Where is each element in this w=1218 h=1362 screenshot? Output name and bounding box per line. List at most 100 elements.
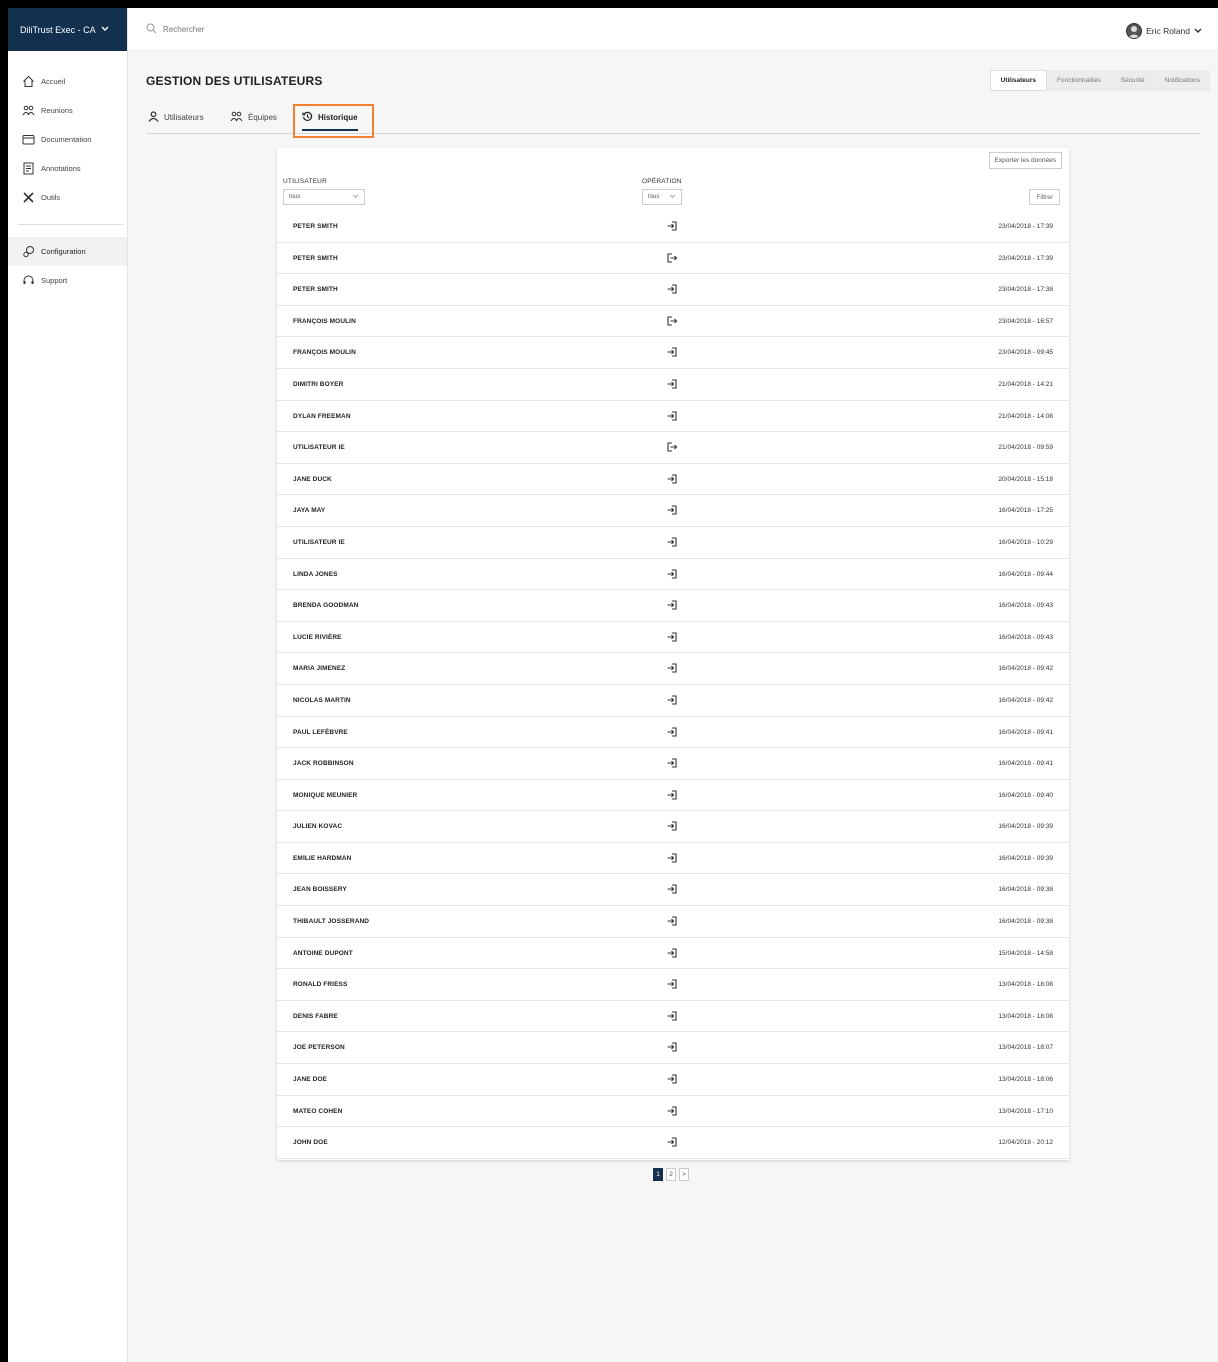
sidebar-item-accueil[interactable]: Accueil bbox=[8, 67, 127, 96]
login-icon bbox=[666, 599, 678, 611]
history-icon bbox=[302, 111, 313, 124]
chevron-down-icon bbox=[101, 25, 109, 34]
workspace-switcher[interactable]: DiliTrust Exec - CA bbox=[8, 8, 127, 51]
date-cell: 16/04/2018 - 09:40 bbox=[998, 791, 1053, 799]
user-name-cell: MARIA JIMENEZ bbox=[293, 665, 346, 673]
date-cell: 16/04/2018 - 09:39 bbox=[998, 823, 1053, 831]
sidebar-item-label: Outils bbox=[41, 193, 61, 202]
table-row: JEAN BOISSERY 16/04/2018 - 09:38 bbox=[277, 874, 1069, 907]
user-name-cell: UTILISATEUR IE bbox=[293, 444, 345, 452]
search-icon bbox=[146, 23, 157, 36]
date-cell: 15/04/2018 - 14:58 bbox=[998, 949, 1053, 957]
page-1-button[interactable]: 1 bbox=[653, 1168, 663, 1181]
table-row: PAUL LEFÈBVRE 16/04/2018 - 09:41 bbox=[277, 717, 1069, 749]
table-row: MARIA JIMENEZ 16/04/2018 - 09:42 bbox=[277, 653, 1069, 685]
tab-notifications[interactable]: Notifications bbox=[1155, 70, 1210, 91]
user-name-cell: DENIS FABRE bbox=[293, 1012, 338, 1020]
user-name-cell: MONIQUE MEUNIER bbox=[293, 791, 358, 799]
date-cell: 13/04/2018 - 18:06 bbox=[998, 1076, 1053, 1084]
tab-securite[interactable]: Sécurité bbox=[1111, 70, 1155, 91]
tab-utilisateurs[interactable]: Utilisateurs bbox=[989, 70, 1047, 91]
table-row: FRANÇOIS MOULIN 23/04/2018 - 09:45 bbox=[277, 337, 1069, 369]
table-row: JANE DOE 13/04/2018 - 18:06 bbox=[277, 1064, 1069, 1096]
table-row: ANTOINE DUPONT 15/04/2018 - 14:58 bbox=[277, 938, 1069, 970]
table-row: PETER SMITH 23/04/2018 - 17:38 bbox=[277, 274, 1069, 306]
subtab-label: Utilisateurs bbox=[164, 113, 204, 122]
sidebar-item-annotations[interactable]: Annotations bbox=[8, 154, 127, 183]
user-filter-select[interactable]: tous bbox=[283, 189, 365, 205]
user-name-cell: NICOLAS MARTIN bbox=[293, 696, 351, 704]
user-name-cell: JOHN DOE bbox=[293, 1139, 328, 1147]
chevron-down-icon bbox=[669, 194, 676, 201]
date-cell: 23/04/2018 - 16:57 bbox=[998, 317, 1053, 325]
user-name-cell: JANE DOE bbox=[293, 1076, 328, 1084]
table-row: THIBAULT JOSSERAND 16/04/2018 - 09:38 bbox=[277, 906, 1069, 938]
login-icon bbox=[666, 473, 678, 485]
table-row: MATEO COHEN 13/04/2018 - 17:10 bbox=[277, 1096, 1069, 1128]
date-cell: 16/04/2018 - 09:38 bbox=[998, 918, 1053, 926]
user-name-cell: JEAN BOISSERY bbox=[293, 886, 347, 894]
user-icon bbox=[148, 111, 159, 124]
sidebar-item-documentation[interactable]: Documentation bbox=[8, 125, 127, 154]
page-2-button[interactable]: 2 bbox=[666, 1168, 676, 1181]
filter-button[interactable]: Filtrer bbox=[1029, 189, 1060, 205]
date-cell: 16/04/2018 - 17:25 bbox=[998, 507, 1053, 515]
table-row: DIMITRI BOYER 21/04/2018 - 14:21 bbox=[277, 369, 1069, 401]
gears-icon bbox=[22, 245, 35, 258]
date-cell: 20/04/2018 - 15:18 bbox=[998, 475, 1053, 483]
logout-icon bbox=[666, 441, 678, 453]
table-row: UTILISATEUR IE 16/04/2018 - 10:29 bbox=[277, 527, 1069, 559]
table-row: MONIQUE MEUNIER 16/04/2018 - 09:40 bbox=[277, 780, 1069, 812]
chevron-down-icon bbox=[352, 194, 359, 201]
people-icon bbox=[22, 104, 35, 117]
tab-fonctionnalites[interactable]: Fonctionnalités bbox=[1047, 70, 1111, 91]
sidebar-nav-secondary: Configuration Support bbox=[8, 237, 127, 295]
login-icon bbox=[666, 978, 678, 990]
date-cell: 13/04/2018 - 17:10 bbox=[998, 1107, 1053, 1115]
table-row: BRENDA GOODMAN 16/04/2018 - 09:43 bbox=[277, 590, 1069, 622]
login-icon bbox=[666, 947, 678, 959]
folder-icon bbox=[22, 133, 35, 146]
sidebar-item-label: Accueil bbox=[41, 77, 66, 86]
sidebar: DiliTrust Exec - CA Accueil Reunions Doc… bbox=[8, 8, 128, 1362]
date-cell: 13/04/2018 - 18:07 bbox=[998, 1044, 1053, 1052]
date-cell: 12/04/2018 - 20:12 bbox=[998, 1139, 1053, 1147]
table-row: EMILIE HARDMAN 16/04/2018 - 09:39 bbox=[277, 843, 1069, 875]
column-header-operation: OPÉRATION bbox=[642, 178, 682, 185]
login-icon bbox=[666, 504, 678, 516]
search-input[interactable] bbox=[163, 25, 283, 34]
login-icon bbox=[666, 1073, 678, 1085]
date-cell: 16/04/2018 - 09:41 bbox=[998, 760, 1053, 768]
user-name-cell: BRENDA GOODMAN bbox=[293, 602, 359, 610]
export-button[interactable]: Exporter les données bbox=[988, 152, 1062, 169]
date-cell: 13/04/2018 - 18:08 bbox=[998, 981, 1053, 989]
table-row: JOHN DOE 12/04/2018 - 20:12 bbox=[277, 1127, 1069, 1159]
sidebar-item-configuration[interactable]: Configuration bbox=[8, 237, 127, 266]
table-row: NICOLAS MARTIN 16/04/2018 - 09:42 bbox=[277, 685, 1069, 717]
subtab-utilisateurs[interactable]: Utilisateurs bbox=[148, 107, 204, 128]
table-body: PETER SMITH 23/04/2018 - 17:39 PETER SMITH… bbox=[277, 211, 1069, 1159]
next-page-button[interactable]: > bbox=[679, 1168, 689, 1181]
operation-filter-select[interactable]: tous bbox=[642, 189, 682, 205]
table-row: UTILISATEUR IE 21/04/2018 - 09:59 bbox=[277, 432, 1069, 464]
login-icon bbox=[666, 1136, 678, 1148]
user-menu[interactable]: Eric Roland bbox=[1126, 23, 1202, 39]
logout-icon bbox=[666, 252, 678, 264]
login-icon bbox=[666, 883, 678, 895]
subtab-historique[interactable]: Historique bbox=[302, 107, 358, 131]
user-name-cell: JULIEN KOVAC bbox=[293, 823, 343, 831]
date-cell: 16/04/2018 - 09:43 bbox=[998, 633, 1053, 641]
table-row: FRANÇOIS MOULIN 23/04/2018 - 16:57 bbox=[277, 306, 1069, 338]
sidebar-item-outils[interactable]: Outils bbox=[8, 183, 127, 212]
table-row: LUCIE RIVIÈRE 16/04/2018 - 09:43 bbox=[277, 622, 1069, 654]
user-name-cell: JOE PETERSON bbox=[293, 1044, 345, 1052]
subtab-equipes[interactable]: Équipes bbox=[230, 107, 277, 128]
history-table: Exporter les données UTILISATEUR tous OP… bbox=[277, 148, 1069, 1160]
user-name-cell: ANTOINE DUPONT bbox=[293, 949, 353, 957]
login-icon bbox=[666, 757, 678, 769]
date-cell: 21/04/2018 - 14:21 bbox=[998, 380, 1053, 388]
date-cell: 23/04/2018 - 09:45 bbox=[998, 349, 1053, 357]
sidebar-item-reunions[interactable]: Reunions bbox=[8, 96, 127, 125]
sidebar-item-support[interactable]: Support bbox=[8, 266, 127, 295]
login-icon bbox=[666, 1010, 678, 1022]
